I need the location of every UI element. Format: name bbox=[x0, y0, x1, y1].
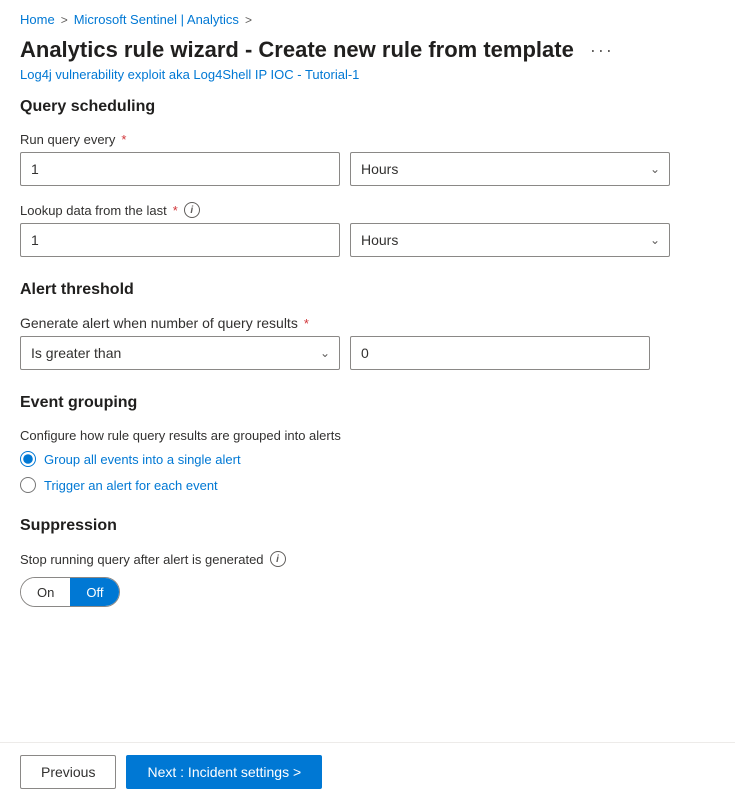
radio-trigger-each[interactable]: Trigger an alert for each event bbox=[20, 477, 715, 493]
threshold-value-input[interactable] bbox=[350, 336, 650, 370]
lookup-data-unit-select[interactable]: Minutes Hours Days bbox=[350, 223, 670, 257]
page-title-area: Analytics rule wizard - Create new rule … bbox=[0, 33, 735, 65]
threshold-label-row: Generate alert when number of query resu… bbox=[20, 315, 715, 331]
ellipsis-menu-button[interactable]: ··· bbox=[584, 38, 620, 63]
next-button[interactable]: Next : Incident settings > bbox=[126, 755, 322, 789]
lookup-data-row: Lookup data from the last * i Minutes Ho… bbox=[20, 202, 715, 257]
threshold-form-row: Generate alert when number of query resu… bbox=[20, 315, 715, 370]
radio-trigger-each-input[interactable] bbox=[20, 477, 36, 493]
query-scheduling-section: Query scheduling Run query every * Minut… bbox=[20, 98, 715, 257]
alert-threshold-section: Alert threshold Generate alert when numb… bbox=[20, 281, 715, 370]
page-subtitle: Log4j vulnerability exploit aka Log4Shel… bbox=[0, 65, 735, 98]
breadcrumb: Home > Microsoft Sentinel | Analytics > bbox=[0, 0, 735, 33]
run-query-unit-select-wrap: Minutes Hours Days ⌄ bbox=[350, 152, 670, 186]
suppression-section: Suppression Stop running query after ale… bbox=[20, 517, 715, 607]
run-query-required: * bbox=[121, 132, 126, 147]
lookup-data-required: * bbox=[173, 203, 178, 218]
toggle-off-button[interactable]: Off bbox=[70, 578, 119, 606]
radio-group-all-label: Group all events into a single alert bbox=[44, 452, 241, 467]
threshold-required: * bbox=[304, 316, 309, 331]
run-query-label: Run query every * bbox=[20, 132, 715, 147]
radio-group-all-input[interactable] bbox=[20, 451, 36, 467]
event-grouping-title: Event grouping bbox=[20, 394, 715, 412]
threshold-generate-label: Generate alert when number of query resu… bbox=[20, 315, 298, 331]
breadcrumb-sep2: > bbox=[245, 13, 252, 27]
lookup-data-unit-select-wrap: Minutes Hours Days ⌄ bbox=[350, 223, 670, 257]
previous-button[interactable]: Previous bbox=[20, 755, 116, 789]
run-query-row: Run query every * Minutes Hours Days ⌄ bbox=[20, 132, 715, 186]
threshold-condition-select[interactable]: Is greater than Is less than Is equal to… bbox=[20, 336, 340, 370]
suppression-stop-label: Stop running query after alert is genera… bbox=[20, 551, 715, 567]
threshold-condition-select-wrap: Is greater than Is less than Is equal to… bbox=[20, 336, 340, 370]
breadcrumb-sep1: > bbox=[61, 13, 68, 27]
radio-group-all[interactable]: Group all events into a single alert bbox=[20, 451, 715, 467]
query-scheduling-title: Query scheduling bbox=[20, 98, 715, 116]
breadcrumb-home[interactable]: Home bbox=[20, 12, 55, 27]
lookup-data-info-icon[interactable]: i bbox=[184, 202, 200, 218]
event-grouping-radio-group: Group all events into a single alert Tri… bbox=[20, 451, 715, 493]
suppression-title: Suppression bbox=[20, 517, 715, 535]
breadcrumb-sentinel[interactable]: Microsoft Sentinel | Analytics bbox=[74, 12, 239, 27]
suppression-toggle[interactable]: On Off bbox=[20, 577, 120, 607]
page-title: Analytics rule wizard - Create new rule … bbox=[20, 37, 574, 63]
run-query-unit-select[interactable]: Minutes Hours Days bbox=[350, 152, 670, 186]
radio-trigger-each-label: Trigger an alert for each event bbox=[44, 478, 218, 493]
lookup-data-label: Lookup data from the last * i bbox=[20, 202, 715, 218]
lookup-data-value-input[interactable] bbox=[20, 223, 340, 257]
event-grouping-configure-text: Configure how rule query results are gro… bbox=[20, 428, 715, 443]
alert-threshold-title: Alert threshold bbox=[20, 281, 715, 299]
toggle-on-button[interactable]: On bbox=[21, 578, 70, 606]
suppression-info-icon[interactable]: i bbox=[270, 551, 286, 567]
footer: Previous Next : Incident settings > bbox=[0, 742, 735, 801]
run-query-value-input[interactable] bbox=[20, 152, 340, 186]
event-grouping-section: Event grouping Configure how rule query … bbox=[20, 394, 715, 493]
